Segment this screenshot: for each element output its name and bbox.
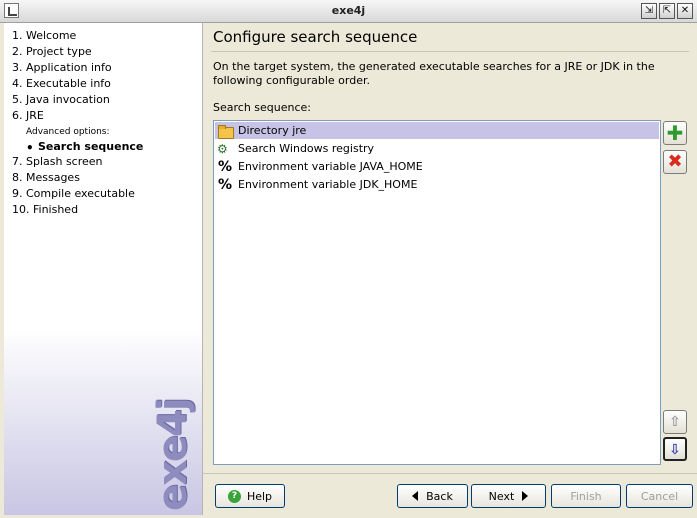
- back-button[interactable]: Back: [397, 484, 468, 508]
- folder-icon: [217, 124, 234, 139]
- exe4j-logo: exe4j: [150, 399, 196, 511]
- search-sequence-list[interactable]: Directory jre ⚙ Search Windows registry …: [213, 120, 661, 465]
- maximize-button[interactable]: ⇱: [659, 3, 675, 19]
- current-step-bullet: •: [26, 141, 34, 155]
- move-down-button[interactable]: ⇩: [663, 437, 687, 461]
- step-finished[interactable]: 10. Finished: [12, 203, 78, 216]
- next-button-label: Next: [488, 489, 515, 503]
- list-item[interactable]: % Environment variable JDK_HOME: [215, 176, 659, 193]
- help-button-label: Help: [246, 489, 273, 503]
- list-item-label: Search Windows registry: [238, 142, 375, 155]
- step-messages[interactable]: 8. Messages: [12, 171, 80, 184]
- step-splash-screen[interactable]: 7. Splash screen: [12, 155, 103, 168]
- step-search-sequence[interactable]: Search sequence: [38, 140, 143, 153]
- list-item-label: Environment variable JDK_HOME: [238, 178, 418, 191]
- step-project-type[interactable]: 2. Project type: [12, 45, 92, 58]
- advanced-options-label: Advanced options:: [26, 127, 110, 137]
- page-description: On the target system, the generated exec…: [213, 60, 655, 87]
- step-executable-info[interactable]: 4. Executable info: [12, 77, 111, 90]
- close-button[interactable]: ✕: [677, 3, 693, 19]
- list-item[interactable]: % Environment variable JAVA_HOME: [215, 158, 659, 175]
- step-jre[interactable]: 6. JRE: [12, 109, 44, 122]
- title-divider: [211, 51, 689, 52]
- remove-entry-button[interactable]: ✖: [663, 150, 687, 174]
- search-sequence-label: Search sequence:: [213, 101, 312, 114]
- add-entry-button[interactable]: ✚: [663, 121, 687, 145]
- window-title: exe4j: [331, 4, 366, 17]
- steps-panel: 1. Welcome 2. Project type 3. Applicatio…: [4, 23, 203, 515]
- next-button[interactable]: Next: [471, 484, 546, 508]
- registry-icon: ⚙: [217, 141, 228, 156]
- cancel-button[interactable]: Cancel: [626, 484, 693, 508]
- title-bar[interactable]: exe4j ⇲ ⇱ ✕: [0, 0, 697, 23]
- step-application-info[interactable]: 3. Application info: [12, 61, 112, 74]
- percent-icon: %: [217, 176, 233, 193]
- percent-icon: %: [217, 158, 233, 175]
- step-welcome[interactable]: 1. Welcome: [12, 29, 76, 42]
- content-pane: Configure search sequence On the target …: [203, 23, 697, 515]
- list-item[interactable]: ⚙ Search Windows registry: [215, 140, 659, 157]
- move-up-button[interactable]: ⇧: [663, 410, 687, 434]
- step-compile-executable[interactable]: 9. Compile executable: [12, 187, 135, 200]
- list-item-label: Directory jre: [238, 124, 307, 137]
- arrow-left-icon: [412, 491, 419, 501]
- help-button[interactable]: ? Help: [215, 484, 285, 508]
- back-button-label: Back: [426, 489, 453, 503]
- minimize-button[interactable]: ⇲: [641, 3, 657, 19]
- help-icon: ?: [227, 489, 241, 503]
- finish-button[interactable]: Finish: [551, 484, 621, 508]
- bottom-divider: [203, 473, 697, 474]
- list-item-label: Environment variable JAVA_HOME: [238, 160, 423, 173]
- arrow-right-icon: [522, 491, 529, 501]
- cancel-button-label: Cancel: [640, 489, 679, 503]
- step-java-invocation[interactable]: 5. Java invocation: [12, 93, 110, 106]
- list-item[interactable]: Directory jre: [215, 122, 659, 139]
- page-title: Configure search sequence: [213, 28, 418, 46]
- finish-button-label: Finish: [570, 489, 602, 503]
